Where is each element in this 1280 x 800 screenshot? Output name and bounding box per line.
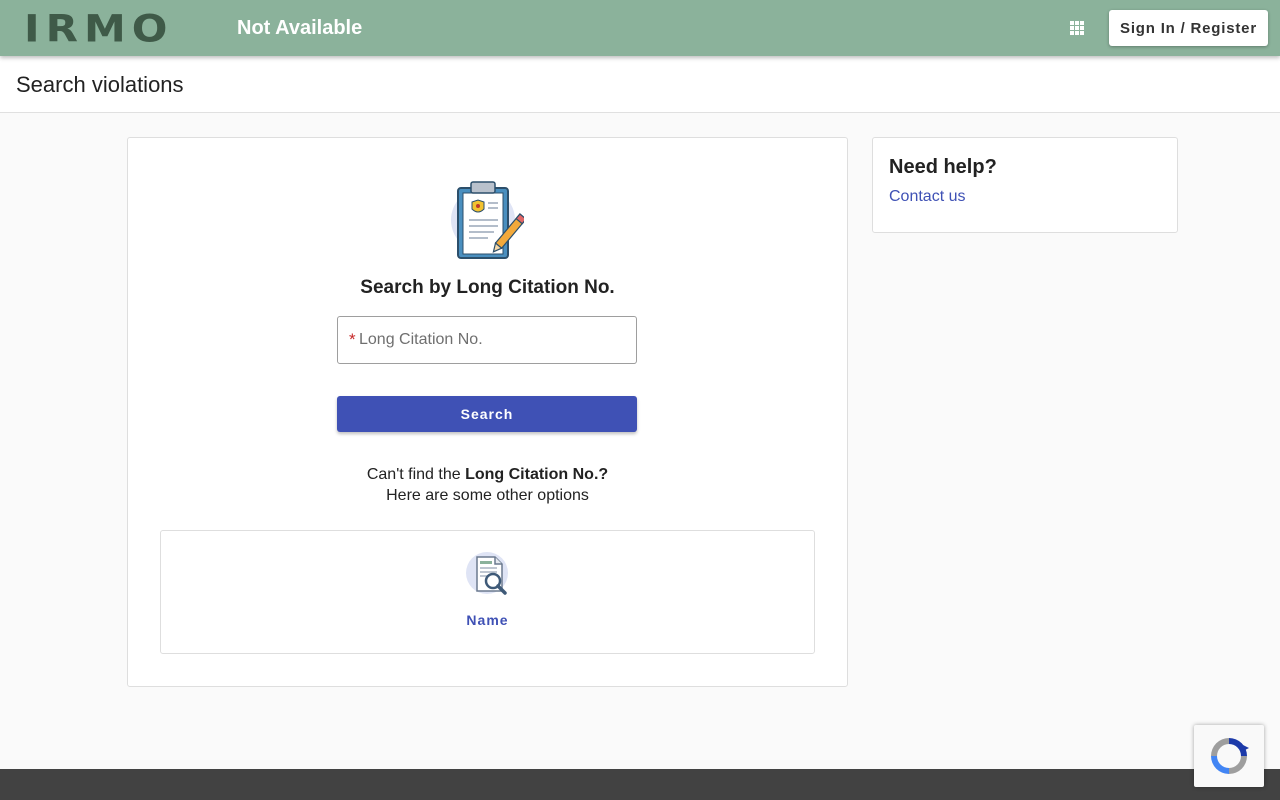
contact-us-link[interactable]: Contact us <box>889 188 965 206</box>
help-card: Need help? Contact us <box>872 137 1178 233</box>
sign-in-register-button[interactable]: Sign In / Register <box>1109 10 1268 46</box>
page-title: Search violations <box>16 72 184 97</box>
availability-status: Not Available <box>237 17 363 39</box>
clipboard-badge-icon <box>450 180 527 262</box>
hint-prefix: Can't find the <box>366 466 466 483</box>
recaptcha-icon <box>1211 738 1249 774</box>
page-title-bar: Search violations <box>0 56 1280 113</box>
other-options-hint: Can't find the Long Citation No.? Here a… <box>128 464 847 506</box>
recaptcha-badge[interactable] <box>1194 725 1264 787</box>
option-label-name: Name <box>466 612 509 628</box>
grid-apps-icon[interactable] <box>1063 14 1091 42</box>
irmo-logo[interactable]: IRMO <box>24 10 173 48</box>
required-marker: * <box>349 330 356 349</box>
hint-line-1: Can't find the Long Citation No.? <box>128 464 847 485</box>
citation-number-field[interactable]: * <box>337 316 637 364</box>
help-title: Need help? <box>889 156 997 178</box>
hint-line-2: Here are some other options <box>386 487 589 504</box>
search-card: Search by Long Citation No. * Search Can… <box>127 137 848 687</box>
hint-bold: Long Citation No.? <box>465 466 609 483</box>
top-app-bar: IRMO Not Available Sign In / Register <box>0 0 1280 56</box>
search-heading: Search by Long Citation No. <box>360 277 615 298</box>
citation-number-input[interactable] <box>359 317 629 363</box>
document-search-icon <box>465 551 513 599</box>
page-footer <box>0 769 1280 800</box>
search-option-name[interactable]: Name <box>160 530 815 654</box>
search-button[interactable]: Search <box>337 396 637 432</box>
